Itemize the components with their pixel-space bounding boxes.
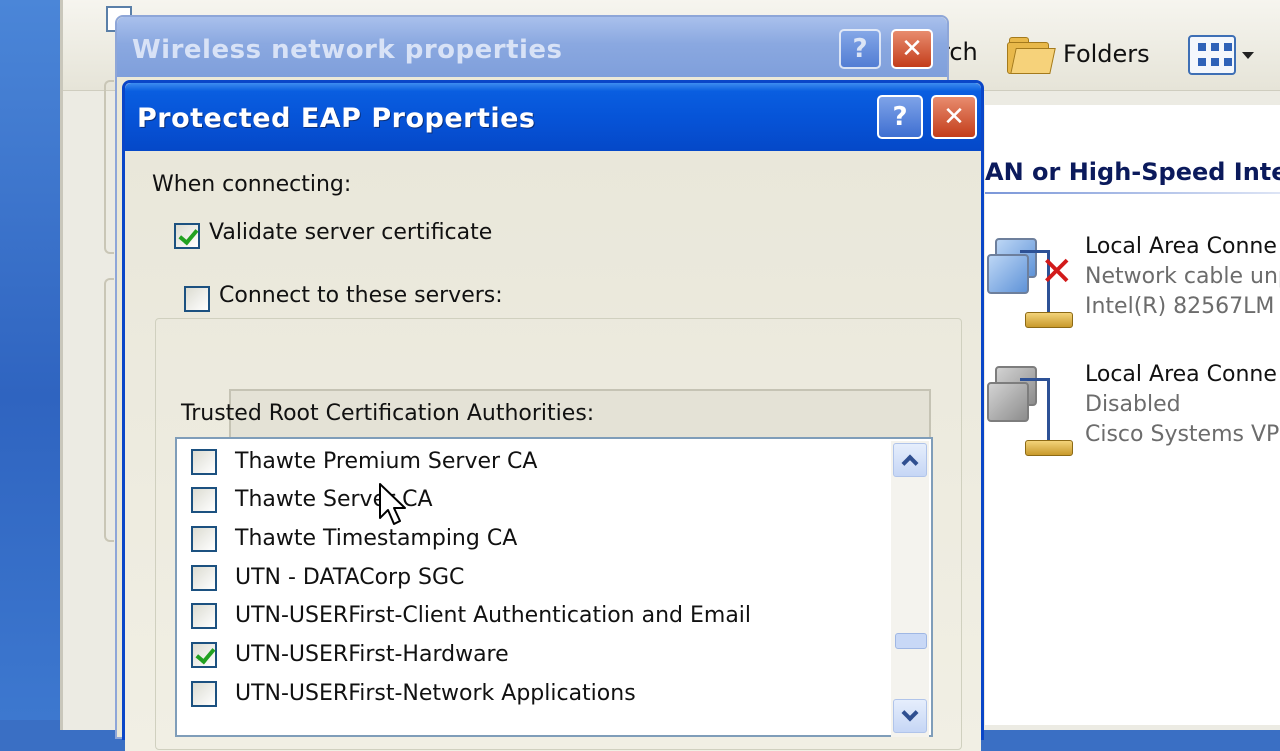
peap-titlebar[interactable]: Protected EAP Properties ? ✕ [125,83,981,151]
connection-name: Local Area Conne [1085,234,1277,259]
folders-button[interactable]: Folders [1005,28,1150,80]
list-item[interactable]: Thawte Server CA [177,481,877,519]
ca-checkbox[interactable] [191,603,217,629]
ca-checkbox[interactable] [191,642,217,668]
trusted-root-ca-list[interactable]: Thawte Premium Server CA Thawte Server C… [175,437,933,737]
views-button[interactable] [1188,32,1258,78]
protected-eap-properties-dialog: Protected EAP Properties ? ✕ When connec… [122,80,984,751]
validate-cert-label[interactable]: Validate server certificate [209,220,492,245]
chevron-down-icon [901,704,919,722]
validate-cert-checkbox[interactable] [174,223,200,249]
left-pane-group-edge [104,80,114,254]
left-pane-group-edge [104,278,114,542]
network-connection-icon: ✕ [985,232,1080,332]
ca-label: UTN-USERFirst-Client Authentication and … [235,603,752,628]
list-item[interactable]: UTN-USERFirst-Client Authentication and … [177,597,877,635]
close-button[interactable]: ✕ [931,95,977,139]
ca-label: Thawte Premium Server CA [235,449,538,474]
connect-servers-checkbox[interactable] [184,286,210,312]
section-divider [985,192,1280,194]
ca-label: UTN-USERFirst-Hardware [235,642,509,667]
help-button[interactable]: ? [839,29,881,69]
scroll-thumb[interactable] [895,633,927,649]
close-icon: ✕ [943,102,965,132]
ca-label: UTN-USERFirst-Network Applications [235,681,636,706]
folders-label: Folders [1063,40,1150,68]
ca-checkbox[interactable] [191,487,217,513]
connection-device: Cisco Systems VPN [1085,422,1280,447]
connection-item[interactable]: Local Area Conne Disabled Cisco Systems … [985,360,1280,470]
mouse-pointer-icon [379,483,406,525]
list-item[interactable]: UTN-USERFirst-Network Applications [177,675,877,713]
ca-checkbox[interactable] [191,449,217,475]
ca-checkbox[interactable] [191,565,217,591]
connect-servers-label[interactable]: Connect to these servers: [219,283,503,308]
trusted-root-label: Trusted Root Certification Authorities: [181,401,595,426]
dialog-body: When connecting: Validate server certifi… [125,151,981,751]
section-heading: AN or High-Speed Intern [985,158,1280,186]
scroll-down-button[interactable] [893,699,927,733]
list-item[interactable]: Thawte Timestamping CA [177,520,877,558]
network-connection-icon [985,360,1080,460]
ca-checkbox[interactable] [191,526,217,552]
ca-label: UTN - DATACorp SGC [235,565,465,590]
list-item[interactable]: UTN-USERFirst-Hardware [177,636,877,674]
ca-label: Thawte Timestamping CA [235,526,518,551]
help-icon: ? [852,34,868,64]
when-connecting-label: When connecting: [152,172,352,197]
connection-name: Local Area Conne [1085,362,1277,387]
help-icon: ? [892,102,908,132]
close-icon: ✕ [901,34,923,64]
scroll-up-button[interactable] [893,443,927,477]
wireless-titlebar[interactable]: Wireless network properties ? ✕ [117,17,947,77]
connection-item[interactable]: ✕ Local Area Conne Network cable unp Int… [985,232,1280,342]
list-item[interactable]: Thawte Premium Server CA [177,443,877,481]
disconnected-x-icon: ✕ [1040,249,1074,295]
window-title: Wireless network properties [132,35,563,65]
chevron-up-icon [901,454,919,472]
dialog-title: Protected EAP Properties [137,103,536,134]
list-item[interactable]: UTN - DATACorp SGC [177,559,877,597]
ca-checkbox[interactable] [191,681,217,707]
chevron-down-icon [1242,51,1254,59]
close-button[interactable]: ✕ [891,29,933,69]
connection-status: Network cable unp [1085,264,1280,289]
connection-device: Intel(R) 82567LM [1085,294,1275,319]
connection-status: Disabled [1085,392,1181,417]
help-button[interactable]: ? [877,95,923,139]
vertical-scrollbar[interactable] [891,441,929,737]
folder-icon [1005,34,1056,74]
views-grid-icon [1188,35,1236,75]
